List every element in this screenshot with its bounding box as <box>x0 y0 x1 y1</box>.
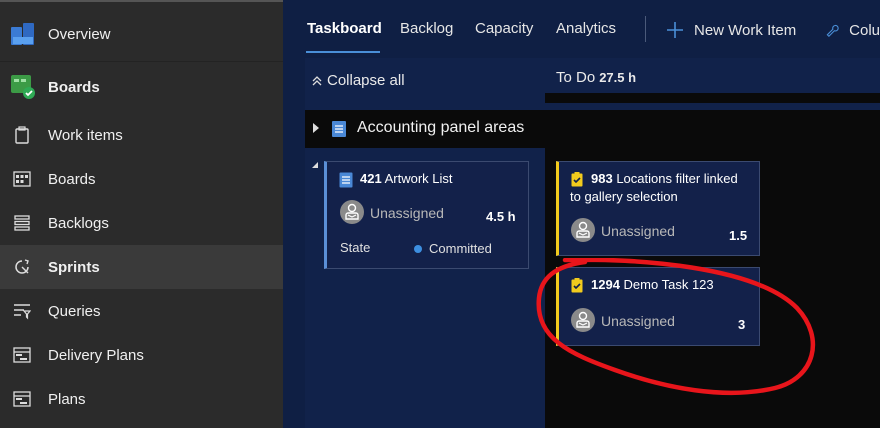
avatar <box>571 308 595 332</box>
queries-icon <box>14 304 31 320</box>
card-assignee[interactable]: Unassigned <box>370 205 444 221</box>
card-remaining-work: 3 <box>738 317 746 332</box>
card-assignee[interactable]: Unassigned <box>601 223 675 239</box>
column-options-label: Colu <box>849 21 880 39</box>
unassigned-user-icon <box>345 203 359 220</box>
sidebar-item-work-items[interactable]: Work items <box>0 122 283 148</box>
card-id: 983 <box>591 171 613 186</box>
avatar <box>340 200 364 224</box>
sidebar-item-label: Queries <box>48 302 101 320</box>
card-estimate: 4.5 h <box>486 209 516 224</box>
sprints-icon <box>15 259 29 274</box>
tab-analytics[interactable]: Analytics <box>556 20 616 37</box>
tab-capacity[interactable]: Capacity <box>475 20 533 37</box>
collapse-all-label: Collapse all <box>327 72 405 89</box>
state-dot-icon <box>414 245 422 253</box>
card-title: Locations filter linked <box>616 171 738 186</box>
toolbar-separator <box>645 16 646 42</box>
wrench-icon <box>826 24 839 38</box>
work-items-icon <box>15 126 29 144</box>
todo-column-hours: 27.5 h <box>599 70 637 85</box>
collapse-all-button[interactable]: Collapse all <box>311 72 405 89</box>
active-tab-indicator <box>306 51 380 53</box>
sidebar-item-overview[interactable]: Overview <box>0 18 283 50</box>
delivery-plans-icon <box>13 347 31 363</box>
sidebar-top-border <box>0 0 283 2</box>
task-card-983[interactable]: 983 Locations filter linked to gallery s… <box>556 161 760 256</box>
card-state-label: State <box>340 240 371 255</box>
backlog-item-icon <box>332 121 346 137</box>
boards-hub-icon <box>11 75 35 99</box>
todo-column-strip <box>545 93 880 103</box>
sidebar-item-label: Boards <box>48 78 100 96</box>
plus-icon <box>667 22 683 38</box>
expand-triangle-icon[interactable] <box>312 162 318 168</box>
card-id: 1294 <box>591 277 620 292</box>
tab-taskboard[interactable]: Taskboard <box>307 20 382 37</box>
sidebar-item-backlogs[interactable]: Backlogs <box>0 210 283 236</box>
new-work-item-label: New Work Item <box>694 21 797 39</box>
sidebar-item-boards[interactable]: Boards <box>0 166 283 192</box>
sidebar-divider <box>0 61 283 62</box>
card-title-line: 983 Locations filter linked <box>591 170 738 188</box>
group-row-label: Accounting panel areas <box>357 119 525 136</box>
backlogs-icon <box>14 215 30 231</box>
tab-backlog[interactable]: Backlog <box>400 20 453 37</box>
card-title-line: 1294 Demo Task 123 <box>591 276 714 294</box>
group-row-accounting[interactable]: Accounting panel areas <box>305 110 880 148</box>
sidebar-item-label: Work items <box>48 126 123 144</box>
todo-column-header: To Do 27.5 h <box>556 69 636 86</box>
sidebar-item-delivery-plans[interactable]: Delivery Plans <box>0 342 283 368</box>
card-state-value[interactable]: Committed <box>429 241 492 256</box>
sidebar-item-label: Boards <box>48 170 96 188</box>
sidebar-item-boards-hub[interactable]: Boards <box>0 70 283 104</box>
avatar <box>571 218 595 242</box>
sidebar-item-label: Sprints <box>48 258 100 276</box>
boards-icon <box>13 171 31 187</box>
sidebar-item-plans[interactable]: Plans <box>0 386 283 412</box>
backlog-item-icon <box>339 172 353 188</box>
sidebar-item-queries[interactable]: Queries <box>0 298 283 324</box>
task-card-1294[interactable]: 1294 Demo Task 123 Unassigned 3 <box>556 267 760 346</box>
main-left-gutter <box>283 0 305 428</box>
new-work-item-button[interactable]: New Work Item <box>666 20 796 40</box>
sidebar-item-label: Backlogs <box>48 214 109 232</box>
sidebar-item-label: Delivery Plans <box>48 346 144 364</box>
sidebar-item-label: Overview <box>48 25 111 43</box>
card-assignee[interactable]: Unassigned <box>601 313 675 329</box>
plans-icon <box>13 391 31 407</box>
collapse-chevrons-icon <box>312 76 322 86</box>
chevron-right-icon <box>313 123 319 133</box>
task-icon <box>571 172 583 187</box>
unassigned-user-icon <box>576 221 590 238</box>
unassigned-user-icon <box>576 311 590 328</box>
column-options-button[interactable]: Colu <box>825 20 880 40</box>
card-remaining-work: 1.5 <box>729 228 748 243</box>
card-title-line-2: to gallery selection <box>570 189 678 204</box>
card-title-line: 421 Artwork List <box>360 170 453 188</box>
todo-column-label: To Do <box>556 69 596 86</box>
sidebar-item-label: Plans <box>48 390 86 408</box>
task-icon <box>571 278 583 293</box>
card-id: 421 <box>360 171 382 186</box>
sidebar-item-sprints[interactable]: Sprints <box>0 245 283 289</box>
pbi-card-421[interactable]: 421 Artwork List Unassigned 4.5 h State … <box>324 161 529 269</box>
overview-icon <box>11 23 34 45</box>
card-title: Demo Task 123 <box>623 277 714 292</box>
card-title: Artwork List <box>384 171 453 186</box>
